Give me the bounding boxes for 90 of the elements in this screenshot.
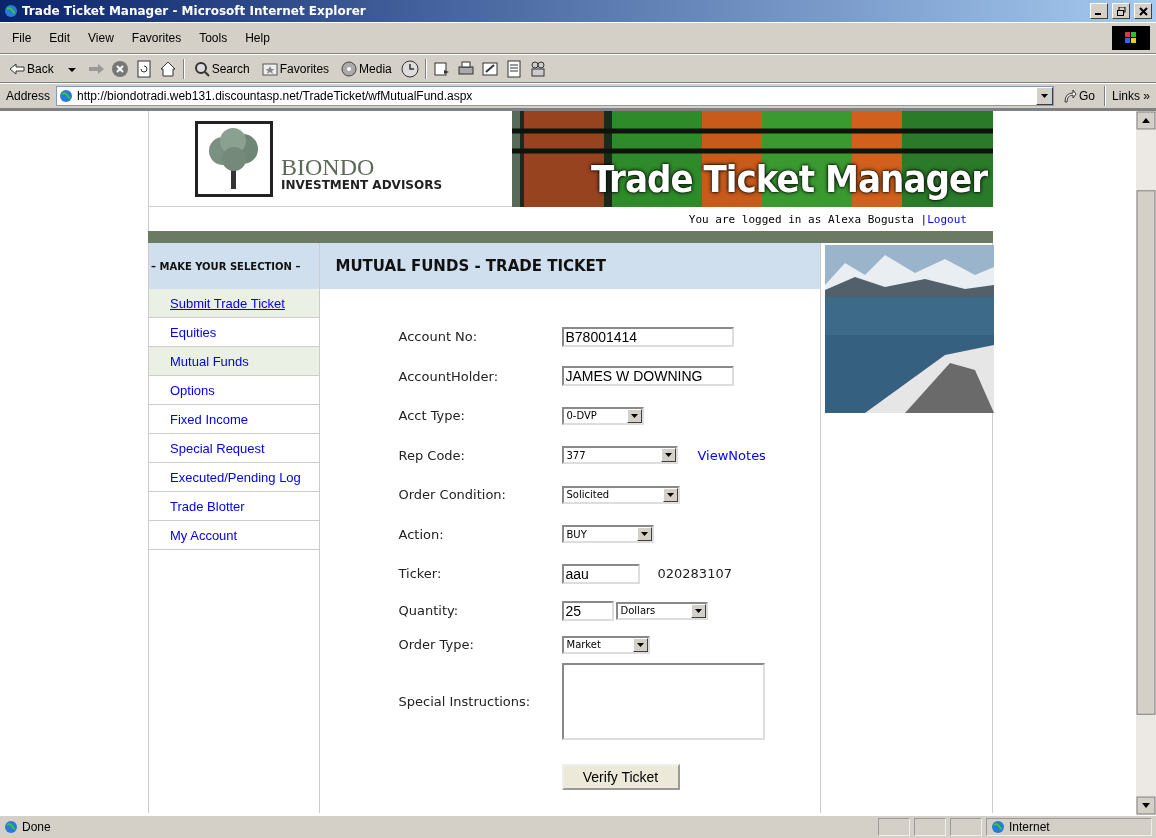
sidebar-link[interactable]: Submit Trade Ticket [149, 289, 319, 318]
history-clock-icon[interactable] [400, 59, 419, 78]
media-button[interactable]: Media [338, 60, 395, 77]
menu-item[interactable]: Tools [193, 31, 234, 45]
menu-item[interactable]: View [82, 31, 120, 45]
windows-logo-icon [1112, 26, 1150, 50]
search-icon [193, 60, 210, 77]
edit-icon[interactable] [480, 59, 499, 78]
caret-icon [1040, 94, 1048, 98]
field-label: Order Type: [398, 637, 475, 652]
page-icon [59, 89, 74, 103]
tree-logo-icon [195, 120, 273, 197]
field-label: Quantity: [398, 603, 460, 618]
field-label: Acct Type: [398, 408, 466, 424]
caret-icon [630, 413, 638, 418]
field-label: Account No: [398, 329, 479, 345]
login-status: You are logged in as Alexa Bogusta | [688, 212, 928, 226]
cusip-number: 020283107 [657, 566, 732, 582]
select-field[interactable]: Market [561, 635, 650, 654]
input-field[interactable]: aau [561, 563, 640, 584]
dropdown-button[interactable] [626, 408, 642, 423]
select-field[interactable]: 0-DVP [561, 406, 644, 425]
dropdown-button[interactable] [660, 448, 676, 463]
address-field[interactable]: http://biondotradi.web131.discountasp.net/TradeTicket/wfMutualFund.aspx [56, 86, 1054, 106]
security-zone: Internet [1009, 820, 1050, 834]
home-icon[interactable] [158, 59, 177, 78]
brand-subtitle: INVESTMENT ADVISORS [281, 177, 443, 192]
select-field[interactable]: Solicited [561, 485, 680, 504]
vertical-scrollbar[interactable] [1136, 111, 1156, 815]
refresh-icon[interactable] [134, 59, 153, 78]
document-icon[interactable] [504, 59, 523, 78]
window-title: Trade Ticket Manager - Microsoft Internet Explorer [22, 4, 367, 18]
favorites-button[interactable]: Favorites [258, 60, 333, 77]
status-text: Done [22, 820, 52, 834]
select-field[interactable]: 377 [561, 446, 678, 465]
status-pane [914, 818, 946, 836]
field-label: Order Condition: [398, 487, 507, 503]
search-button[interactable]: Search [190, 60, 253, 77]
close-icon [1138, 6, 1148, 16]
verify-ticket-button[interactable]: Verify Ticket [561, 763, 680, 790]
caret-icon [640, 532, 648, 537]
sidebar-link[interactable]: Mutual Funds [149, 347, 319, 376]
dropdown-button[interactable] [1035, 87, 1053, 105]
brand-name: BIONDO [281, 155, 376, 178]
dropdown-button[interactable] [636, 527, 652, 542]
star-folder-icon [261, 60, 278, 77]
links-button[interactable]: Links » [1111, 89, 1150, 103]
dropdown-button[interactable] [690, 603, 706, 618]
input-field[interactable]: JAMES W DOWNING [561, 366, 734, 387]
back-arrow-icon [9, 62, 25, 75]
address-label: Address [6, 89, 51, 103]
dropdown-button[interactable] [632, 637, 648, 652]
stop-icon[interactable] [110, 59, 129, 78]
status-pane [950, 818, 982, 836]
input-field[interactable]: 25 [561, 600, 614, 621]
field-label: Action: [398, 526, 445, 542]
instructions-field[interactable] [561, 663, 765, 740]
disc-icon [341, 60, 358, 77]
input-field[interactable]: B78001414 [561, 326, 734, 347]
field-label: Rep Code: [398, 447, 466, 463]
menu-item[interactable]: Help [239, 31, 276, 45]
caret-icon [636, 642, 644, 647]
print-icon[interactable] [456, 59, 475, 78]
minimize-button[interactable] [1090, 3, 1108, 19]
field-label: Special Instructions: [398, 694, 532, 709]
menu-item[interactable]: File [6, 31, 38, 45]
caret-icon [666, 492, 674, 497]
field-label: AccountHolder: [398, 368, 500, 384]
go-button[interactable]: Go [1059, 89, 1098, 103]
menu-item[interactable]: Favorites [125, 31, 188, 45]
caret-icon [694, 608, 702, 613]
select-field[interactable]: BUY [561, 525, 654, 544]
sidebar-heading: – MAKE YOUR SELECTION – [149, 243, 319, 289]
restore-button[interactable] [1112, 3, 1130, 19]
browser-icon [4, 4, 18, 18]
globe-icon [991, 820, 1005, 834]
field-label: Ticker: [398, 566, 443, 582]
logout-link[interactable]: Logout [927, 212, 967, 226]
curved-arrow-icon [1062, 89, 1077, 103]
unit-select[interactable]: Dollars [615, 601, 708, 620]
restore-icon [1116, 6, 1126, 16]
status-pane [878, 818, 910, 836]
view-notes-link[interactable]: ViewNotes [697, 447, 766, 463]
page-icon [4, 820, 18, 834]
caret-icon [664, 453, 672, 458]
section-title: MUTUAL FUNDS - TRADE TICKET [319, 243, 820, 289]
dropdown-button[interactable] [662, 487, 678, 502]
back-button[interactable]: Back [6, 61, 57, 76]
close-button[interactable] [1134, 3, 1152, 19]
menu-item[interactable]: Edit [43, 31, 77, 45]
